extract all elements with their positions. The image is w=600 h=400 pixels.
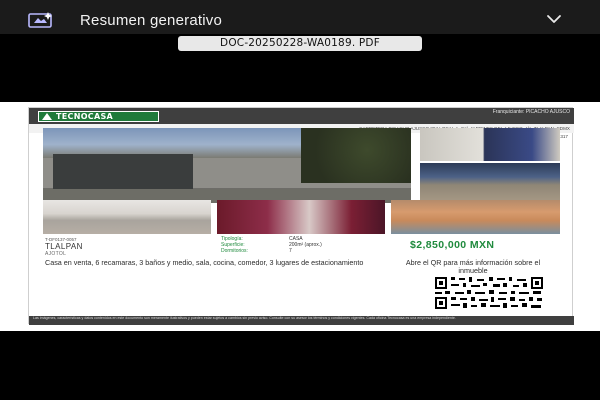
property-city: TLALPAN: [45, 242, 83, 251]
photo-interior-1: [420, 128, 560, 161]
property-zone: AJOTOL: [45, 251, 67, 257]
property-price: $2,850,000 MXN: [410, 239, 495, 251]
app-window: Resumen generativo DOC-20250228-WA0189. …: [0, 0, 600, 400]
file-name-chip[interactable]: DOC-20250228-WA0189. PDF: [178, 36, 422, 51]
generative-summary-icon: [28, 12, 52, 28]
photo-room: [391, 200, 560, 234]
legal-disclaimer: Las imágenes, características y datos co…: [29, 316, 574, 325]
tecnocasa-logo: TECNOCASA: [38, 111, 159, 122]
franchise-label: Franquiciante: PICACHO AJUSCO: [492, 109, 570, 115]
photo-exterior-2: [420, 163, 560, 203]
brand-name: TECNOCASA: [56, 112, 114, 121]
summary-title: Resumen generativo: [80, 12, 223, 29]
flyer-header: TECNOCASA Franquiciante: PICACHO AJUSCO: [29, 108, 574, 124]
photo-kitchen: [217, 200, 385, 234]
photo-bedroom: [43, 200, 211, 234]
property-flyer: TECNOCASA Franquiciante: PICACHO AJUSCO …: [28, 107, 574, 325]
house-icon: [42, 113, 52, 120]
qr-instructions: Abre el QR para más información sobre el…: [405, 258, 541, 276]
spec-label-bedrooms: Dormitorios:: [221, 248, 248, 254]
chevron-down-icon[interactable]: [546, 13, 562, 25]
qr-code[interactable]: [433, 275, 545, 311]
photo-facade: [43, 128, 411, 203]
spec-value-area: 200m² (aprox.): [289, 242, 322, 248]
property-description: Casa en venta, 6 recamaras, 3 baños y me…: [45, 258, 364, 267]
spec-value-bedrooms: 7: [289, 248, 292, 254]
summary-header[interactable]: Resumen generativo: [0, 0, 600, 34]
